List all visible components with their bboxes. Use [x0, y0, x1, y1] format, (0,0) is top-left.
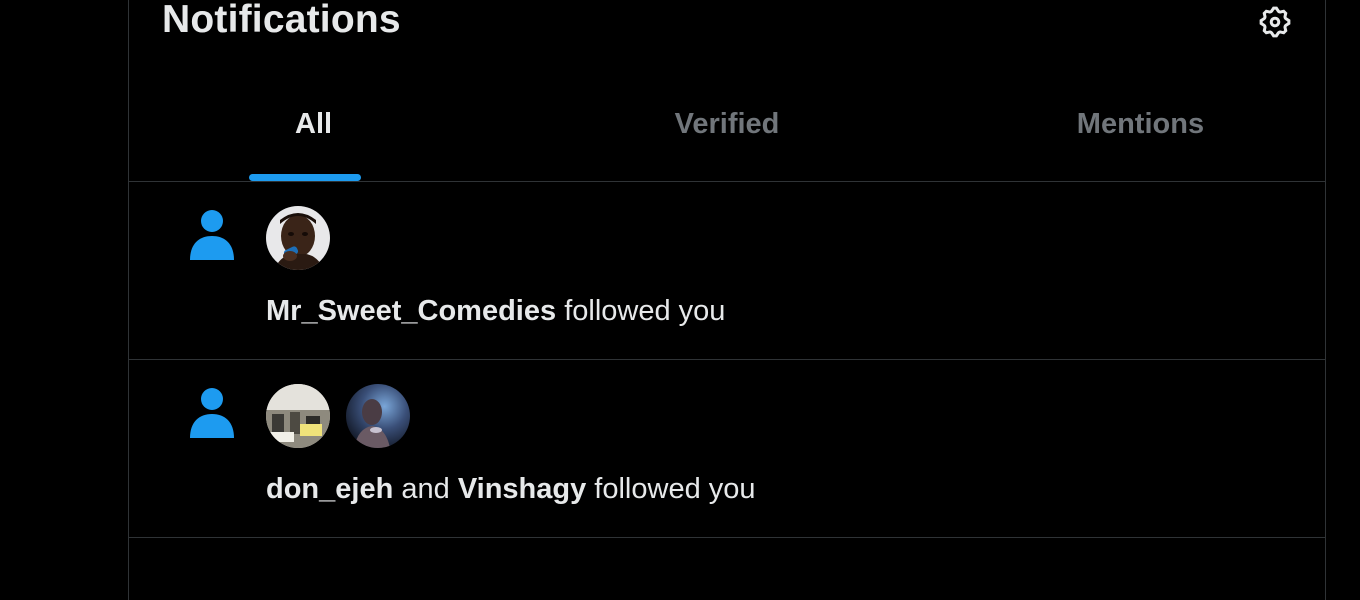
tab-label: Mentions	[1076, 108, 1205, 140]
avatar-image	[266, 384, 330, 448]
avatar[interactable]	[266, 206, 330, 270]
page-header: Notifications	[129, 0, 1325, 44]
notification-conjunction: and	[401, 473, 450, 505]
avatar[interactable]	[346, 384, 410, 448]
tab-verified[interactable]: Verified	[498, 72, 956, 181]
page-title: Notifications	[162, 0, 401, 41]
notifications-column: Notifications All Verified Mentions Mr_S…	[128, 0, 1326, 600]
user-link[interactable]: don_ejeh	[266, 473, 393, 505]
gear-icon	[1259, 6, 1291, 38]
settings-button[interactable]	[1255, 2, 1295, 42]
tab-all[interactable]: All	[129, 72, 498, 181]
tab-label: All	[295, 108, 333, 140]
notification-text: don_ejeh and Vinshagy followed you	[266, 473, 756, 506]
tab-label: Verified	[674, 108, 780, 140]
avatar-image	[346, 384, 410, 448]
notification-action: followed you	[594, 473, 756, 505]
notification-text: Mr_Sweet_Comedies followed you	[266, 295, 725, 328]
notification-item[interactable]: don_ejeh and Vinshagy followed you	[129, 360, 1325, 538]
avatar[interactable]	[266, 384, 330, 448]
person-icon	[190, 210, 234, 260]
avatar-image	[266, 206, 330, 270]
notification-item[interactable]: Mr_Sweet_Comedies followed you	[129, 182, 1325, 360]
active-tab-indicator	[249, 174, 361, 181]
tab-mentions[interactable]: Mentions	[956, 72, 1325, 181]
user-link[interactable]: Mr_Sweet_Comedies	[266, 295, 556, 327]
user-link[interactable]: Vinshagy	[458, 473, 586, 505]
notification-tabs: All Verified Mentions	[129, 72, 1325, 182]
person-icon	[190, 388, 234, 438]
notification-action: followed you	[564, 295, 726, 327]
